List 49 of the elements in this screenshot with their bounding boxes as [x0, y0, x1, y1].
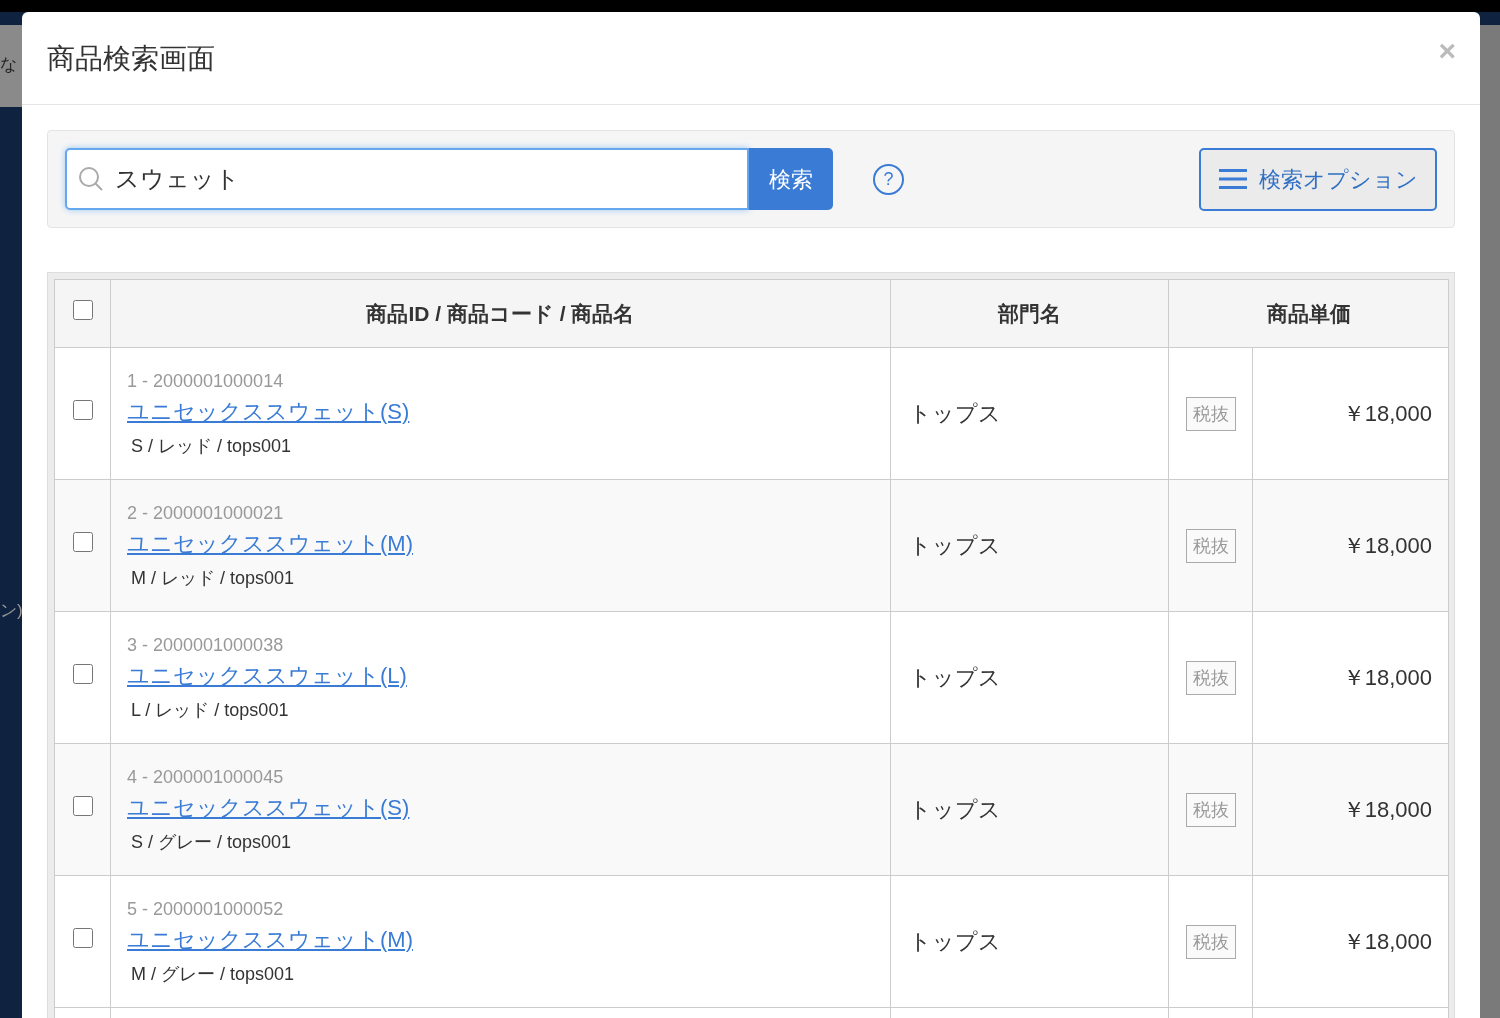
tax-badge: 税抜 — [1185, 924, 1236, 959]
column-header: 部門名 — [998, 301, 1061, 325]
product-id: 5 - 2000001000052 — [127, 897, 285, 921]
price-cell: ￥18,000 — [1252, 347, 1449, 480]
department-cell: トップス — [890, 875, 1169, 1008]
search-field[interactable]: スウェット — [65, 148, 749, 210]
background-text: な — [0, 56, 17, 73]
search-options-button[interactable]: 検索オプション — [1199, 147, 1437, 211]
price-cell: ￥18,000 — [1252, 743, 1449, 876]
checkbox[interactable] — [72, 400, 93, 420]
tax-badge: 税抜 — [1185, 660, 1236, 695]
product-variant: S / グレー / tops001 — [130, 830, 293, 854]
price-cell: ￥18,000 — [1252, 611, 1449, 744]
product-link[interactable]: ユニセックススウェット(S) — [127, 398, 410, 424]
product-link[interactable]: ユニセックススウェット(S) — [127, 794, 410, 820]
column-header: 商品単価 — [1266, 301, 1351, 325]
product-variant: S / レッド / tops001 — [130, 434, 293, 458]
checkbox[interactable] — [72, 664, 93, 684]
column-header: 商品ID / 商品コード / 商品名 — [366, 301, 635, 325]
checkbox[interactable] — [72, 928, 93, 948]
product-variant: L / レッド / tops001 — [130, 698, 290, 722]
tax-badge: 税抜 — [1185, 396, 1236, 431]
tax-badge: 税抜 — [1185, 528, 1236, 563]
background-text: ン) — [0, 602, 23, 619]
checkbox[interactable] — [72, 300, 93, 320]
search-input[interactable]: スウェット — [115, 161, 715, 197]
search-icon — [77, 165, 105, 193]
product-variant: M / グレー / tops001 — [130, 962, 296, 986]
product-link[interactable]: ユニセックススウェット(L) — [127, 662, 407, 688]
department-cell: トップス — [890, 479, 1169, 612]
department-cell: トップス — [890, 743, 1169, 876]
department-cell: トップス — [890, 347, 1169, 480]
checkbox[interactable] — [72, 532, 93, 552]
search-button[interactable]: 検索 — [749, 148, 833, 210]
modal-title: 商品検索画面 — [47, 42, 215, 76]
price-cell: ￥18,000 — [1252, 875, 1449, 1008]
help-button[interactable]: ? — [873, 163, 904, 195]
product-link[interactable]: ユニセックススウェット(M) — [127, 530, 413, 556]
menu-icon — [1218, 167, 1247, 191]
checkbox[interactable] — [72, 796, 93, 816]
tax-badge: 税抜 — [1185, 792, 1236, 827]
product-link[interactable]: ユニセックススウェット(M) — [127, 926, 413, 952]
product-id: 1 - 2000001000014 — [127, 369, 285, 393]
product-id: 2 - 2000001000021 — [127, 501, 285, 525]
product-id: 4 - 2000001000045 — [127, 765, 285, 789]
price-cell: ￥18,000 — [1252, 479, 1449, 612]
product-id: 3 - 2000001000038 — [127, 633, 285, 657]
department-cell: トップス — [890, 611, 1169, 744]
product-variant: M / レッド / tops001 — [130, 566, 296, 590]
